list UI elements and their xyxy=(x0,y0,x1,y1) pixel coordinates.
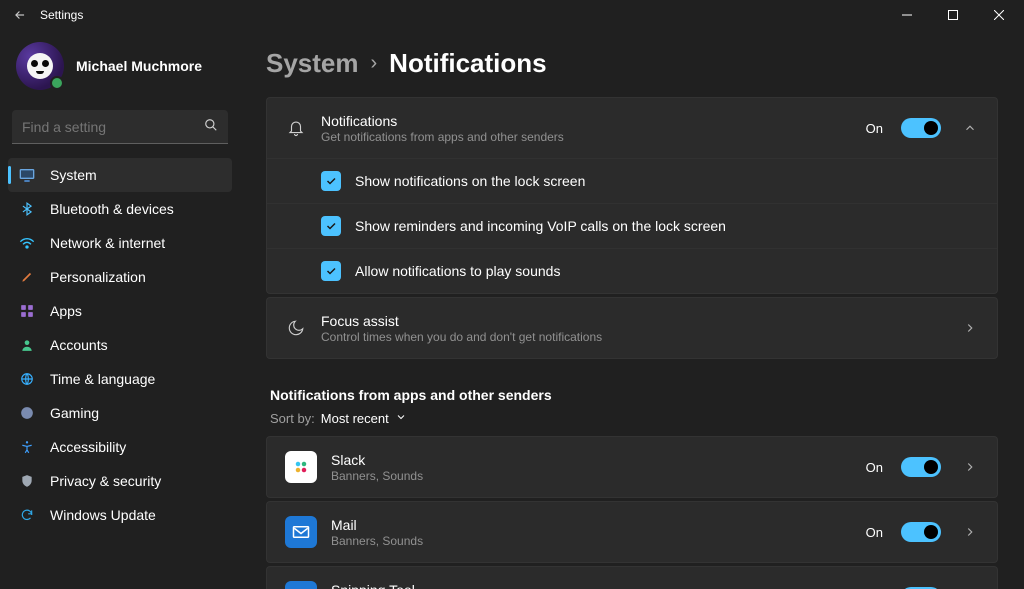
sidebar-item-label: Accessibility xyxy=(50,439,126,455)
notifications-card: Notifications Get notifications from app… xyxy=(266,97,998,294)
xbox-icon xyxy=(18,406,36,420)
sidebar-item-label: System xyxy=(50,167,97,183)
sidebar-item-label: Network & internet xyxy=(50,235,165,251)
checkbox-checked[interactable] xyxy=(321,261,341,281)
toggle-state: On xyxy=(866,121,883,136)
app-name: Mail xyxy=(331,517,852,533)
chevron-down-icon xyxy=(395,411,407,426)
sidebar-item-label: Personalization xyxy=(50,269,146,285)
app-row-slack[interactable]: Slack Banners, Sounds On xyxy=(266,436,998,498)
card-title: Notifications xyxy=(321,113,852,129)
sort-label: Sort by: xyxy=(270,411,315,426)
toggle-state: On xyxy=(866,460,883,475)
sidebar-item-accessibility[interactable]: Accessibility xyxy=(8,430,232,464)
titlebar: Settings xyxy=(0,0,1024,30)
sidebar-item-apps[interactable]: Apps xyxy=(8,294,232,328)
search-box[interactable] xyxy=(12,110,228,144)
sidebar-item-update[interactable]: Windows Update xyxy=(8,498,232,532)
bell-icon xyxy=(285,119,307,137)
checkbox-checked[interactable] xyxy=(321,171,341,191)
sidebar-item-accounts[interactable]: Accounts xyxy=(8,328,232,362)
bluetooth-icon xyxy=(18,201,36,217)
sidebar-item-label: Windows Update xyxy=(50,507,156,523)
chevron-right-icon xyxy=(961,460,979,474)
globe-icon xyxy=(18,372,36,386)
sidebar-item-network[interactable]: Network & internet xyxy=(8,226,232,260)
card-title: Focus assist xyxy=(321,313,941,329)
breadcrumb-parent[interactable]: System xyxy=(266,48,359,79)
option-voip-lock[interactable]: Show reminders and incoming VoIP calls o… xyxy=(267,203,997,248)
brush-icon xyxy=(18,269,36,285)
profile[interactable]: Michael Muchmore xyxy=(8,34,232,98)
wifi-icon xyxy=(18,236,36,250)
person-icon xyxy=(18,338,36,352)
search-icon xyxy=(204,118,218,135)
option-sounds[interactable]: Allow notifications to play sounds xyxy=(267,248,997,293)
chevron-right-icon: › xyxy=(371,52,378,75)
sidebar-item-time[interactable]: Time & language xyxy=(8,362,232,396)
nav-list: System Bluetooth & devices Network & int… xyxy=(8,158,232,532)
mail-icon xyxy=(285,516,317,548)
app-toggle[interactable] xyxy=(901,457,941,477)
option-label: Allow notifications to play sounds xyxy=(355,263,560,279)
slack-icon xyxy=(285,451,317,483)
sidebar-item-label: Privacy & security xyxy=(50,473,161,489)
notifications-header-row[interactable]: Notifications Get notifications from app… xyxy=(267,98,997,158)
sidebar-item-personalization[interactable]: Personalization xyxy=(8,260,232,294)
sidebar-item-gaming[interactable]: Gaming xyxy=(8,396,232,430)
sidebar-item-label: Apps xyxy=(50,303,82,319)
sidebar-item-system[interactable]: System xyxy=(8,158,232,192)
card-subtitle: Get notifications from apps and other se… xyxy=(321,130,852,144)
toggle-state: On xyxy=(866,525,883,540)
app-desc: Banners, Sounds xyxy=(331,469,852,483)
sort-value: Most recent xyxy=(321,411,389,426)
app-desc: Banners, Sounds xyxy=(331,534,852,548)
close-button[interactable] xyxy=(976,0,1022,30)
sidebar-item-bluetooth[interactable]: Bluetooth & devices xyxy=(8,192,232,226)
app-row-snipping[interactable]: Snipping Tool Banners, Sounds On xyxy=(266,566,998,589)
breadcrumb: System › Notifications xyxy=(266,48,998,79)
app-toggle[interactable] xyxy=(901,522,941,542)
notifications-toggle[interactable] xyxy=(901,118,941,138)
sidebar-item-label: Bluetooth & devices xyxy=(50,201,174,217)
moon-icon xyxy=(285,319,307,337)
maximize-button[interactable] xyxy=(930,0,976,30)
checkbox-checked[interactable] xyxy=(321,216,341,236)
app-row-mail[interactable]: Mail Banners, Sounds On xyxy=(266,501,998,563)
shield-icon xyxy=(18,473,36,489)
sidebar-item-privacy[interactable]: Privacy & security xyxy=(8,464,232,498)
sidebar-item-label: Gaming xyxy=(50,405,99,421)
sort-dropdown[interactable]: Sort by: Most recent xyxy=(270,411,998,426)
sidebar-item-label: Time & language xyxy=(50,371,155,387)
minimize-button[interactable] xyxy=(884,0,930,30)
page-title: Notifications xyxy=(389,48,546,79)
chevron-right-icon xyxy=(961,525,979,539)
section-title: Notifications from apps and other sender… xyxy=(270,387,998,403)
snipping-tool-icon xyxy=(285,581,317,589)
update-icon xyxy=(18,508,36,522)
app-name: Slack xyxy=(331,452,852,468)
focus-assist-card[interactable]: Focus assist Control times when you do a… xyxy=(266,297,998,359)
sidebar: Michael Muchmore System Bluetooth & devi… xyxy=(0,30,240,589)
option-label: Show reminders and incoming VoIP calls o… xyxy=(355,218,726,234)
chevron-up-icon[interactable] xyxy=(961,121,979,135)
accessibility-icon xyxy=(18,439,36,455)
search-input[interactable] xyxy=(22,119,204,135)
avatar xyxy=(16,42,64,90)
app-name: Snipping Tool xyxy=(331,582,852,589)
system-icon xyxy=(18,168,36,182)
option-label: Show notifications on the lock screen xyxy=(355,173,585,189)
option-lock-screen[interactable]: Show notifications on the lock screen xyxy=(267,158,997,203)
main-content: System › Notifications Notifications Get… xyxy=(240,30,1024,589)
user-name: Michael Muchmore xyxy=(76,58,202,74)
card-subtitle: Control times when you do and don't get … xyxy=(321,330,941,344)
apps-icon xyxy=(18,304,36,318)
window-title: Settings xyxy=(40,8,83,22)
back-button[interactable] xyxy=(8,3,32,27)
chevron-right-icon xyxy=(961,321,979,335)
sidebar-item-label: Accounts xyxy=(50,337,108,353)
